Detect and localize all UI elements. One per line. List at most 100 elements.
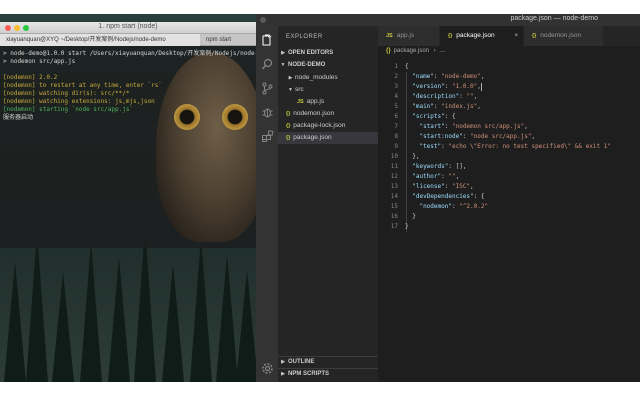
line-number: 6 [394, 113, 398, 120]
activity-bar [256, 26, 278, 382]
line-number: 15 [390, 203, 398, 210]
chevron-right-icon: ▶ [281, 371, 285, 377]
code-line: 17} [378, 222, 640, 232]
editor-tab-bar: JS app.js {} package.json × {} nodemon.json [378, 26, 640, 46]
terminal-line: > node-demo@1.0.0 start /Users/xiayuanqu… [3, 50, 256, 57]
json-file-icon: {} [286, 123, 291, 129]
tree-item-package-lock-json[interactable]: {} package-lock.json [278, 120, 378, 132]
files-icon[interactable] [259, 32, 275, 48]
line-number: 4 [394, 93, 398, 100]
close-icon[interactable]: × [514, 26, 518, 46]
code-text: { [405, 63, 409, 70]
outline-section[interactable]: ▶ OUTLINE [278, 356, 378, 366]
extensions-icon[interactable] [259, 128, 275, 144]
tree-item-nodemon-json[interactable]: {} nodemon.json [278, 108, 378, 120]
terminal-line: 服务器启动 [3, 114, 34, 121]
code-line: 16 } [378, 212, 640, 222]
open-editors-label: OPEN EDITORS [288, 50, 334, 56]
terminal-line: [nodemon] watching extensions: js,mjs,js… [3, 98, 155, 105]
code-line: 1{ [378, 62, 640, 72]
tab-nodemon-json[interactable]: {} nodemon.json [524, 26, 604, 46]
chevron-right-icon: ▶ [288, 75, 293, 81]
breadcrumb-separator: › [433, 48, 436, 54]
debug-icon[interactable] [259, 104, 275, 120]
code-text: "name": "node-demo", [412, 73, 485, 80]
breadcrumb[interactable]: {} package.json › ... [386, 48, 445, 54]
code-line: 9 "test": "echo \"Error: no test specifi… [378, 142, 640, 152]
json-file-icon: {} [286, 111, 291, 117]
code-line: 4 "description": "", [378, 92, 640, 102]
code-line: 8 "start:node": "node src/app.js", [378, 132, 640, 142]
line-number: 8 [394, 133, 398, 140]
code-text: "license": "ISC", [412, 183, 474, 190]
terminal-line: [nodemon] 2.0.2 [3, 74, 58, 81]
code-line: 12 "author": "", [378, 172, 640, 182]
code-text: "nodemon": "^2.0.2" [419, 203, 489, 210]
settings-gear-icon[interactable] [259, 360, 275, 376]
line-number: 10 [390, 153, 398, 160]
code-line: 13 "license": "ISC", [378, 182, 640, 192]
source-control-icon[interactable] [259, 80, 275, 96]
tree-item-node-modules[interactable]: ▶ node_modules [278, 72, 378, 84]
code-text: "test": "echo \"Error: no test specified… [419, 143, 611, 150]
line-number: 17 [390, 223, 398, 230]
chevron-down-icon: ▼ [288, 87, 293, 93]
npm-scripts-label: NPM SCRIPTS [288, 371, 330, 377]
search-icon[interactable] [259, 56, 275, 72]
code-text: "scripts": { [412, 113, 456, 120]
line-number: 7 [394, 123, 398, 130]
code-text: } [405, 223, 409, 230]
code-text: "start": "nodemon src/app.js", [419, 123, 528, 130]
bottom-strip [0, 382, 640, 400]
json-file-icon: {} [286, 135, 291, 141]
outline-label: OUTLINE [288, 359, 315, 365]
tree-item-src[interactable]: ▼ src [278, 84, 378, 96]
tab-package-json[interactable]: {} package.json × [440, 26, 524, 46]
top-menu-strip [0, 0, 640, 14]
code-line: 5 "main": "index.js", [378, 102, 640, 112]
code-line: 10 }, [378, 152, 640, 162]
json-file-icon: {} [386, 48, 391, 54]
json-file-icon: {} [448, 33, 453, 39]
vscode-window[interactable]: package.json — node-demo EXPLORER ▶ OPEN … [256, 14, 640, 382]
window-title: package.json — node-demo [510, 15, 598, 22]
project-label: NODE-DEMO [288, 62, 326, 68]
terminal-line: [nodemon] to restart at any time, enter … [3, 82, 162, 89]
tree-item-package-json[interactable]: {} package.json [278, 132, 378, 144]
terminal-line: [nodemon] watching dir(s): src/**/* [3, 90, 130, 97]
close-button[interactable] [260, 17, 266, 23]
project-section[interactable]: ▼ NODE-DEMO [278, 60, 378, 70]
editor-area[interactable]: JS app.js {} package.json × {} nodemon.json… [378, 26, 640, 382]
tree-item-app-js[interactable]: JS app.js [278, 96, 378, 108]
code-text: "description": "", [412, 93, 478, 100]
line-number: 12 [390, 173, 398, 180]
code-text: "main": "index.js", [412, 103, 481, 110]
line-number: 14 [390, 193, 398, 200]
terminal-line: > nodemon src/app.js [3, 58, 76, 65]
code-text: "start:node": "node src/app.js", [419, 133, 536, 140]
vscode-titlebar[interactable]: package.json — node-demo [256, 14, 640, 26]
chevron-down-icon: ▼ [280, 62, 286, 68]
terminal-titlebar[interactable]: 1. npm start (node) [0, 22, 256, 34]
terminal-title: 1. npm start (node) [98, 23, 158, 30]
terminal-output[interactable]: > node-demo@1.0.0 start /Users/xiayuanqu… [3, 50, 256, 122]
terminal-tab-npm[interactable]: npm start [200, 34, 256, 46]
terminal-window[interactable]: 1. npm start (node) xiayuanquan@XYQ ~/De… [0, 22, 256, 248]
json-file-icon: {} [532, 33, 537, 39]
line-number: 2 [394, 73, 398, 80]
line-number: 1 [394, 63, 398, 70]
code-line: 7 "start": "nodemon src/app.js", [378, 122, 640, 132]
chevron-right-icon: ▶ [281, 50, 285, 56]
npm-scripts-section[interactable]: ▶ NPM SCRIPTS [278, 368, 378, 378]
line-number: 16 [390, 213, 398, 220]
tab-app-js[interactable]: JS app.js [378, 26, 440, 46]
code-text: "devDependencies": { [412, 193, 485, 200]
terminal-tab-shell[interactable]: xiayuanquan@XYQ ~/Desktop/开发案例/Nodejs/no… [0, 34, 200, 46]
code-line: 3 "version": "1.0.0", [378, 82, 640, 92]
code-text: } [405, 213, 416, 220]
line-number: 11 [390, 163, 398, 170]
explorer-sidebar: EXPLORER ▶ OPEN EDITORS ▼ NODE-DEMO ▶ node_… [278, 26, 378, 382]
open-editors-section[interactable]: ▶ OPEN EDITORS [278, 48, 378, 58]
code-text: }, [405, 153, 420, 160]
